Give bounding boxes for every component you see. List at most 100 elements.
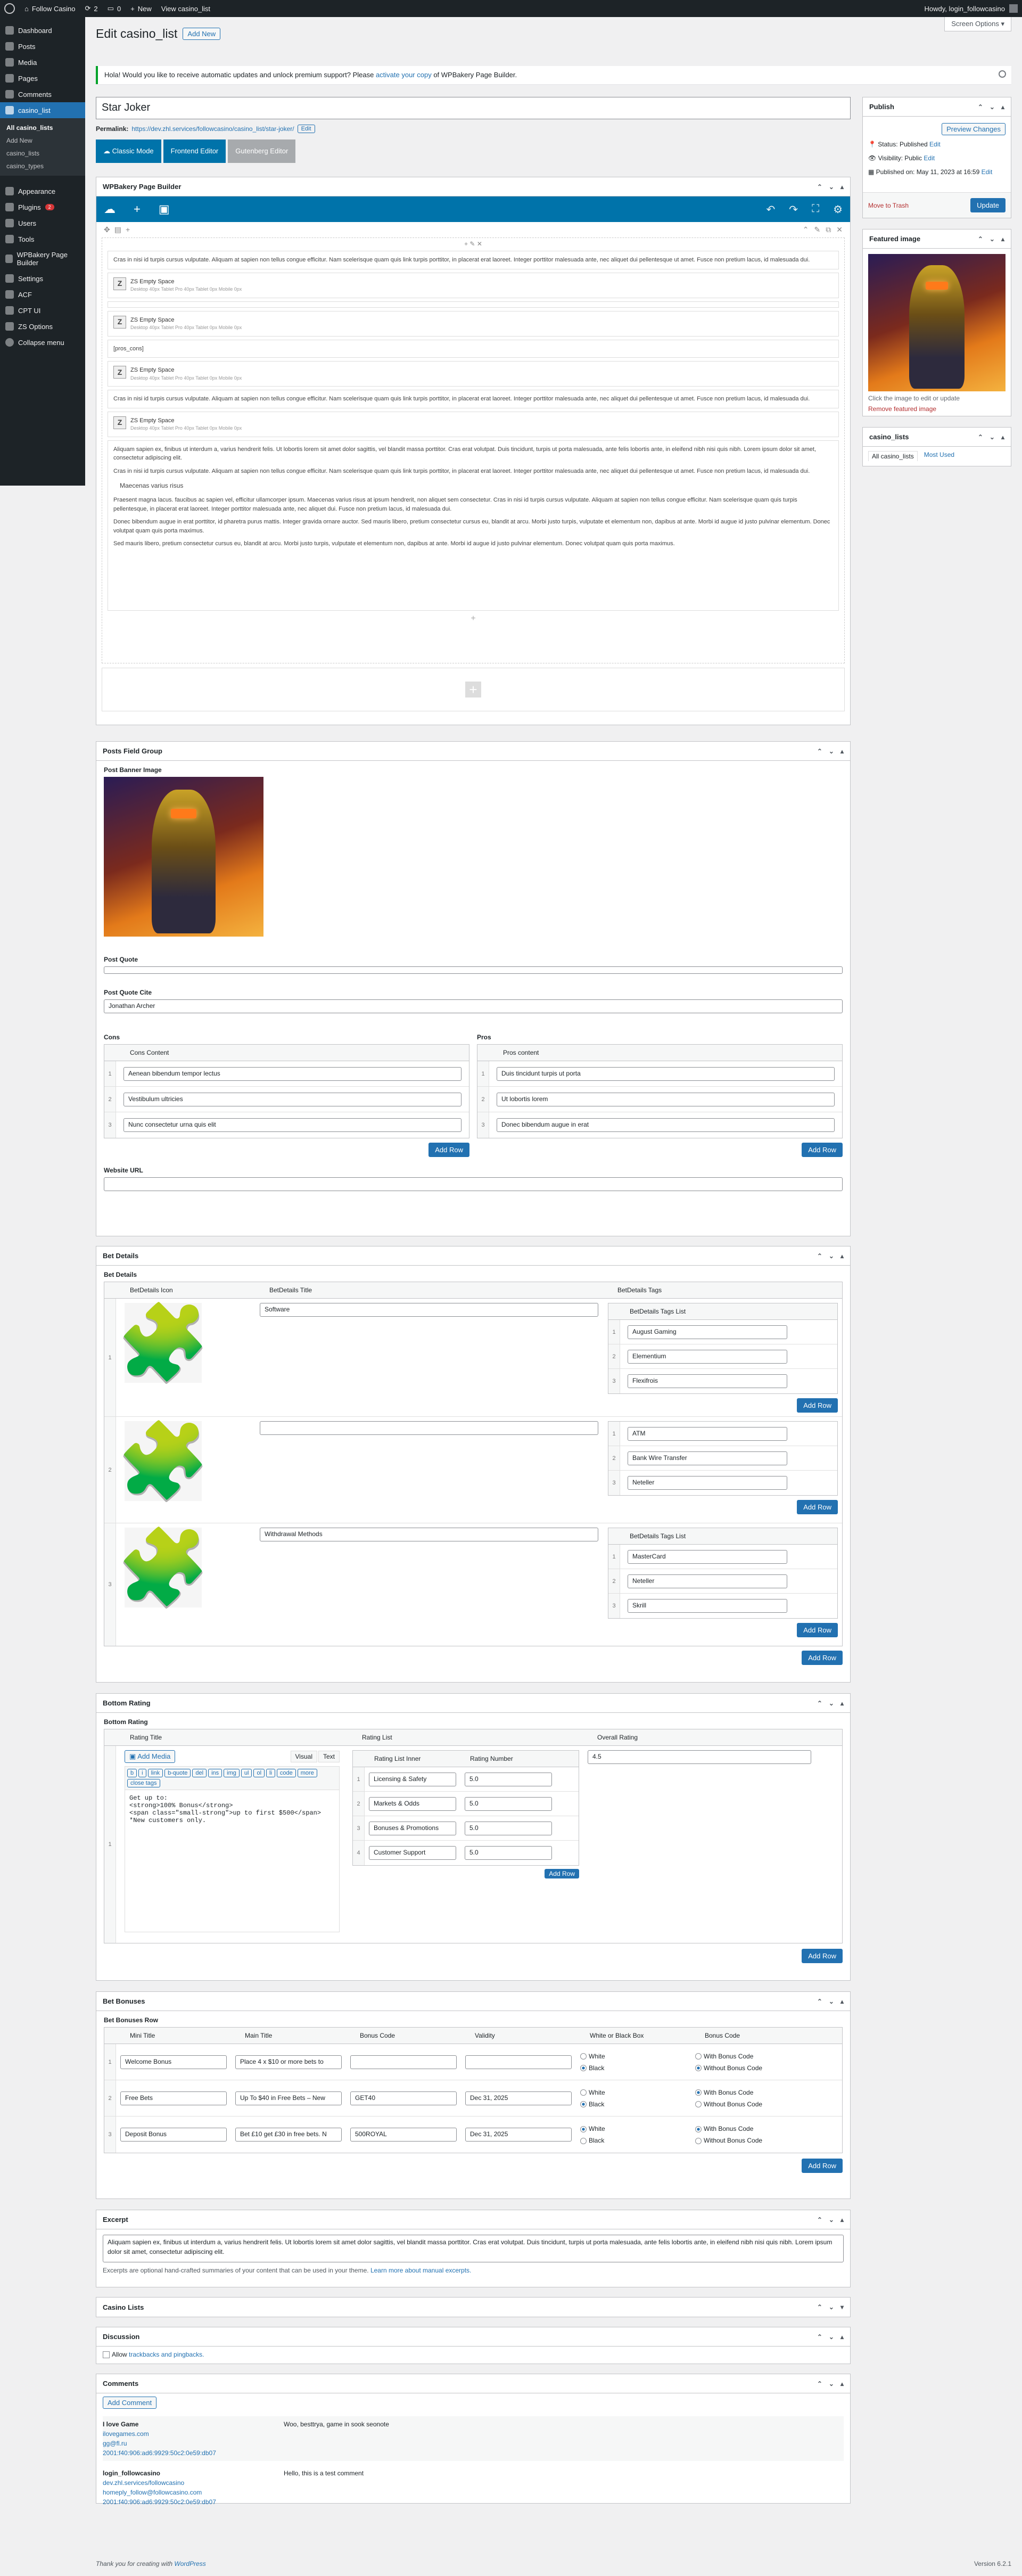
chevron-up-icon[interactable]: ⌃ (817, 183, 822, 191)
qt-bold-button[interactable]: b (127, 1769, 137, 1777)
menu-casino-list[interactable]: casino_list (0, 102, 85, 118)
updates-link[interactable]: ⟳ 2 (85, 4, 98, 13)
box-black-radio[interactable]: Black (580, 2062, 687, 2074)
wp-logo-menu[interactable] (4, 3, 15, 14)
post-title-input[interactable]: Star Joker (96, 97, 851, 119)
rating-title-editor[interactable]: Get up to: <strong>100% Bonus</strong> <… (125, 1790, 340, 1932)
account-menu[interactable]: Howdy, login_followcasino (924, 4, 1018, 13)
chevron-down-icon[interactable]: ⌄ (990, 235, 995, 243)
box-black-radio[interactable]: Black (580, 2135, 687, 2146)
pros-input[interactable]: Ut lobortis lorem (497, 1092, 835, 1106)
toggle-icon[interactable]: ▴ (840, 183, 844, 191)
menu-settings[interactable]: Settings (0, 270, 85, 286)
menu-plugins[interactable]: Plugins 2 (0, 199, 85, 215)
empty-space-block[interactable]: Z ZS Empty Space Desktop 40px Tablet Pro 4… (108, 361, 839, 387)
bonus-code-input[interactable]: GET40 (350, 2091, 457, 2105)
menu-dashboard[interactable]: Dashboard (0, 22, 85, 38)
pros-add-row-button[interactable]: Add Row (802, 1143, 843, 1157)
menu-wpbakery[interactable]: WPBakery Page Builder (0, 247, 85, 270)
add-new-button[interactable]: Add New (183, 28, 221, 40)
add-column-icon[interactable]: + (126, 225, 130, 234)
validity-input[interactable] (465, 2055, 572, 2069)
validity-input[interactable]: Dec 31, 2025 (465, 2091, 572, 2105)
dismiss-icon[interactable] (999, 70, 1006, 78)
box-white-radio[interactable]: White (580, 2050, 687, 2062)
submenu-all-casino-lists[interactable]: All casino_lists (0, 121, 85, 134)
tag-input[interactable]: Neteller (628, 1476, 787, 1490)
mini-title-input[interactable]: Free Bets (120, 2091, 227, 2105)
menu-posts[interactable]: Posts (0, 38, 85, 54)
overall-rating-input[interactable]: 4.5 (588, 1750, 811, 1764)
rating-label-input[interactable]: Bonuses & Promotions (369, 1821, 456, 1835)
allow-pingbacks-checkbox[interactable]: Allow trackbacks and pingbacks. (96, 2347, 850, 2362)
toggle-icon[interactable]: ▾ (840, 2303, 844, 2311)
mini-title-input[interactable]: Welcome Bonus (120, 2055, 227, 2069)
rating-number-input[interactable]: 5.0 (465, 1846, 552, 1860)
text-tab[interactable]: Text (318, 1751, 340, 1762)
classic-mode-button[interactable]: ☁ Classic Mode (96, 140, 161, 163)
pros-input[interactable]: Donec bibendum augue in erat (497, 1118, 835, 1132)
rating-label-input[interactable]: Markets & Odds (369, 1796, 456, 1811)
cons-input[interactable]: Aenean bibendum tempor lectus (123, 1067, 461, 1081)
tab-all-casino-lists[interactable]: All casino_lists (868, 451, 918, 461)
toggle-icon[interactable]: ▴ (840, 1998, 844, 2005)
chevron-up-icon[interactable]: ⌃ (817, 2333, 822, 2341)
date-edit-link[interactable]: Edit (982, 168, 993, 176)
rating-list-add-row-button[interactable]: Add Row (545, 1869, 579, 1878)
visibility-edit-link[interactable]: Edit (924, 154, 935, 162)
tab-most-used[interactable]: Most Used (924, 451, 954, 461)
rating-number-input[interactable]: 5.0 (465, 1821, 552, 1835)
with-bonus-code-radio[interactable]: With Bonus Code (695, 2123, 838, 2135)
toggle-icon[interactable]: ▴ (840, 2216, 844, 2224)
text-block[interactable]: Cras in nisi id turpis cursus vulputate.… (108, 390, 839, 408)
mini-title-input[interactable]: Deposit Bonus (120, 2128, 227, 2142)
featured-image[interactable] (868, 254, 1005, 391)
chevron-down-icon[interactable]: ⌄ (829, 748, 834, 755)
move-icon[interactable]: ✥ (104, 225, 110, 234)
toggle-icon[interactable]: ▴ (840, 1252, 844, 1260)
menu-media[interactable]: Media (0, 54, 85, 70)
gutenberg-editor-button[interactable]: Gutenberg Editor (228, 140, 296, 163)
quote-textarea[interactable] (104, 966, 843, 974)
tag-input[interactable]: Elementium (628, 1349, 787, 1364)
bonus-code-input[interactable] (350, 2055, 457, 2069)
menu-pages[interactable]: Pages (0, 70, 85, 86)
menu-zs-options[interactable]: ZS Options (0, 318, 85, 334)
tags-add-row-button[interactable]: Add Row (797, 1623, 838, 1637)
rating-number-input[interactable]: 5.0 (465, 1772, 552, 1786)
comment-author-ip[interactable]: 2001:f40:906:ad6:9929:50c2:0e59:db07 (103, 2497, 284, 2507)
quote-cite-input[interactable]: Jonathan Archer (104, 999, 843, 1013)
rating-label-input[interactable]: Customer Support (369, 1846, 456, 1860)
bet-details-title-input[interactable]: Software (260, 1303, 598, 1317)
trackbacks-link[interactable]: trackbacks and pingbacks. (129, 2351, 204, 2358)
rich-text-block[interactable]: Aliquam sapien ex, finibus ut interdum a… (108, 440, 839, 611)
banner-image[interactable] (104, 777, 263, 937)
chevron-down-icon[interactable]: ⌄ (990, 433, 995, 441)
menu-acf[interactable]: ACF (0, 286, 85, 302)
qt-del-button[interactable]: del (192, 1769, 207, 1777)
fullscreen-icon[interactable]: ⛶ (812, 203, 819, 216)
edit-row-icon[interactable]: ✎ (814, 225, 821, 234)
move-to-trash-link[interactable]: Move to Trash (868, 202, 909, 209)
menu-users[interactable]: Users (0, 215, 85, 231)
qt-ol-button[interactable]: ol (253, 1769, 265, 1777)
view-post-link[interactable]: View casino_list (161, 5, 210, 13)
toggle-icon[interactable]: ▴ (840, 748, 844, 755)
tags-add-row-button[interactable]: Add Row (797, 1500, 838, 1514)
qt-more-button[interactable]: more (297, 1769, 317, 1777)
chevron-up-icon[interactable]: ⌃ (817, 1252, 822, 1260)
chevron-down-icon[interactable]: ⌄ (829, 1700, 834, 1707)
preview-changes-button[interactable]: Preview Changes (942, 123, 1005, 135)
add-comment-button[interactable]: Add Comment (103, 2397, 157, 2409)
wordpress-link[interactable]: WordPress (174, 2560, 205, 2567)
main-title-input[interactable]: Bet £10 get £30 in free bets. N (235, 2128, 342, 2142)
pros-input[interactable]: Duis tincidunt turpis ut porta (497, 1067, 835, 1081)
box-black-radio[interactable]: Black (580, 2098, 687, 2110)
new-content-link[interactable]: + New (130, 5, 152, 13)
wpbakery-logo-icon[interactable]: ☁ (104, 202, 116, 216)
submenu-casino-types[interactable]: casino_types (0, 160, 85, 173)
undo-icon[interactable]: ↶ (767, 203, 776, 216)
without-bonus-code-radio[interactable]: Without Bonus Code (695, 2098, 838, 2110)
toggle-icon[interactable]: ▴ (1001, 433, 1004, 441)
chevron-up-icon[interactable]: ⌃ (978, 103, 983, 111)
